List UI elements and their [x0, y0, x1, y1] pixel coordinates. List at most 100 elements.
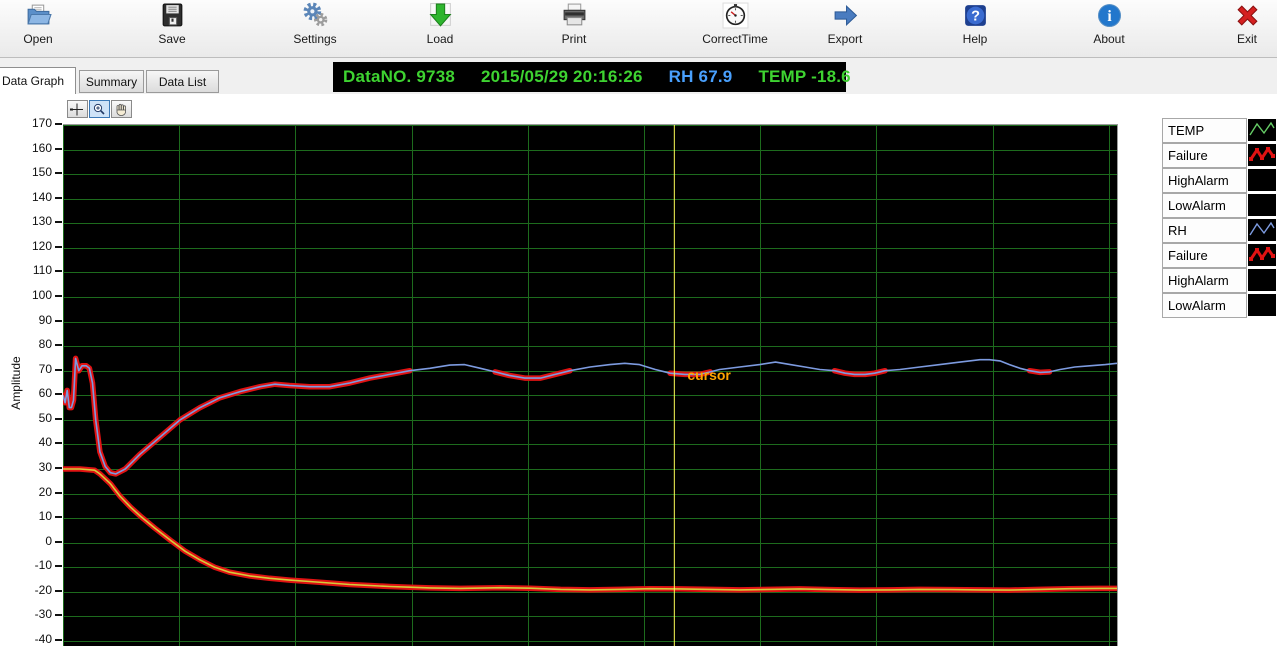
pan-tool-button[interactable] [111, 100, 132, 118]
y-tick-mark [55, 221, 62, 223]
plot-canvas[interactable]: cursor [63, 125, 1117, 646]
y-tick-label: 20 [8, 485, 52, 499]
y-tick-label: 160 [8, 141, 52, 155]
svg-text:i: i [1107, 8, 1112, 25]
crosshair-icon [70, 103, 85, 116]
y-tick-label: 120 [8, 239, 52, 253]
y-tick-mark [55, 614, 62, 616]
tab-data-graph[interactable]: Data Graph [0, 67, 76, 94]
y-tick-label: 130 [8, 214, 52, 228]
about-info-icon: i [1096, 2, 1123, 29]
about-label: About [1093, 32, 1124, 46]
zoom-tool-button[interactable] [89, 100, 110, 118]
exit-label: Exit [1237, 32, 1257, 46]
svg-text:?: ? [971, 9, 980, 25]
legend-sample-none [1248, 194, 1276, 216]
hand-pan-icon [114, 103, 129, 116]
y-tick-mark [55, 541, 62, 543]
open-button[interactable]: Open [0, 2, 76, 54]
legend-label: HighAlarm [1162, 268, 1247, 293]
status-rh: RH 67.9 [669, 67, 733, 87]
y-tick-label: 100 [8, 288, 52, 302]
status-temp: TEMP -18.6 [758, 67, 850, 87]
y-tick-mark [55, 492, 62, 494]
y-tick-label: 0 [8, 534, 52, 548]
help-button[interactable]: ? Help [937, 2, 1013, 54]
legend-sample-none [1248, 294, 1276, 316]
crosshair-tool-button[interactable] [67, 100, 88, 118]
chart-tool-toolbar [67, 100, 132, 118]
correcttime-gauge-icon [722, 2, 749, 29]
legend-sample-none [1248, 269, 1276, 291]
tab-data-list[interactable]: Data List [146, 70, 219, 93]
print-label: Print [562, 32, 587, 46]
legend-label: Failure [1162, 243, 1247, 268]
settings-gears-icon [302, 2, 329, 29]
legend-label: HighAlarm [1162, 168, 1247, 193]
load-button[interactable]: Load [402, 2, 478, 54]
main-toolbar: Open Save Settings [0, 0, 1277, 58]
export-button[interactable]: Export [807, 2, 883, 54]
y-tick-mark [55, 565, 62, 567]
y-tick-mark [55, 148, 62, 150]
exit-button[interactable]: Exit [1209, 2, 1277, 54]
y-tick-label: 70 [8, 362, 52, 376]
legend-label: LowAlarm [1162, 293, 1247, 318]
y-tick-label: 170 [8, 116, 52, 130]
y-tick-label: 10 [8, 509, 52, 523]
plot-area[interactable]: cursor [63, 124, 1118, 646]
y-tick-mark [55, 295, 62, 297]
y-tick-mark [55, 516, 62, 518]
correcttime-label: CorrectTime [702, 32, 768, 46]
settings-button[interactable]: Settings [277, 2, 353, 54]
legend-label: RH [1162, 218, 1247, 243]
y-tick-label: 40 [8, 435, 52, 449]
help-label: Help [963, 32, 988, 46]
status-datano: DataNO. 9738 [343, 67, 455, 87]
y-tick-label: 80 [8, 337, 52, 351]
rh-series-line [63, 358, 1117, 474]
y-tick-mark [55, 393, 62, 395]
y-tick-mark [55, 197, 62, 199]
help-question-icon: ? [962, 2, 989, 29]
y-tick-label: 90 [8, 313, 52, 327]
y-tick-mark [55, 344, 62, 346]
status-datetime: 2015/05/29 20:16:26 [481, 67, 643, 87]
print-button[interactable]: Print [536, 2, 612, 54]
y-tick-mark [55, 270, 62, 272]
legend-label: TEMP [1162, 118, 1247, 143]
save-button[interactable]: Save [134, 2, 210, 54]
rh-failure-segment [63, 358, 410, 474]
open-label: Open [23, 32, 52, 46]
save-label: Save [158, 32, 185, 46]
y-tick-label: -30 [8, 607, 52, 621]
y-tick-label: 60 [8, 386, 52, 400]
tab-summary[interactable]: Summary [79, 70, 144, 93]
y-tick-label: 50 [8, 411, 52, 425]
y-tick-mark [55, 639, 62, 641]
y-tick-mark [55, 320, 62, 322]
y-tick-mark [55, 418, 62, 420]
legend-label: LowAlarm [1162, 193, 1247, 218]
y-tick-mark [55, 369, 62, 371]
save-floppy-icon [159, 2, 186, 29]
legend-sample-failure [1248, 244, 1276, 266]
load-down-arrow-icon [427, 2, 454, 29]
y-tick-mark [55, 590, 62, 592]
legend-label: Failure [1162, 143, 1247, 168]
tab-data-graph-label: Data Graph [2, 74, 64, 88]
y-tick-label: -20 [8, 583, 52, 597]
tab-summary-label: Summary [86, 75, 137, 89]
about-button[interactable]: i About [1071, 2, 1147, 54]
legend-sample-none [1248, 169, 1276, 191]
print-printer-icon [561, 2, 588, 29]
y-tick-mark [55, 172, 62, 174]
y-tick-mark [55, 467, 62, 469]
y-tick-label: 110 [8, 263, 52, 277]
correcttime-button[interactable]: CorrectTime [697, 2, 773, 54]
app-window: Open Save Settings [0, 0, 1277, 645]
legend-sample-line [1248, 119, 1276, 141]
status-readout-bar: DataNO. 9738 2015/05/29 20:16:26 RH 67.9… [333, 62, 846, 92]
temp-failure-segment [63, 469, 1117, 590]
y-tick-mark [55, 442, 62, 444]
